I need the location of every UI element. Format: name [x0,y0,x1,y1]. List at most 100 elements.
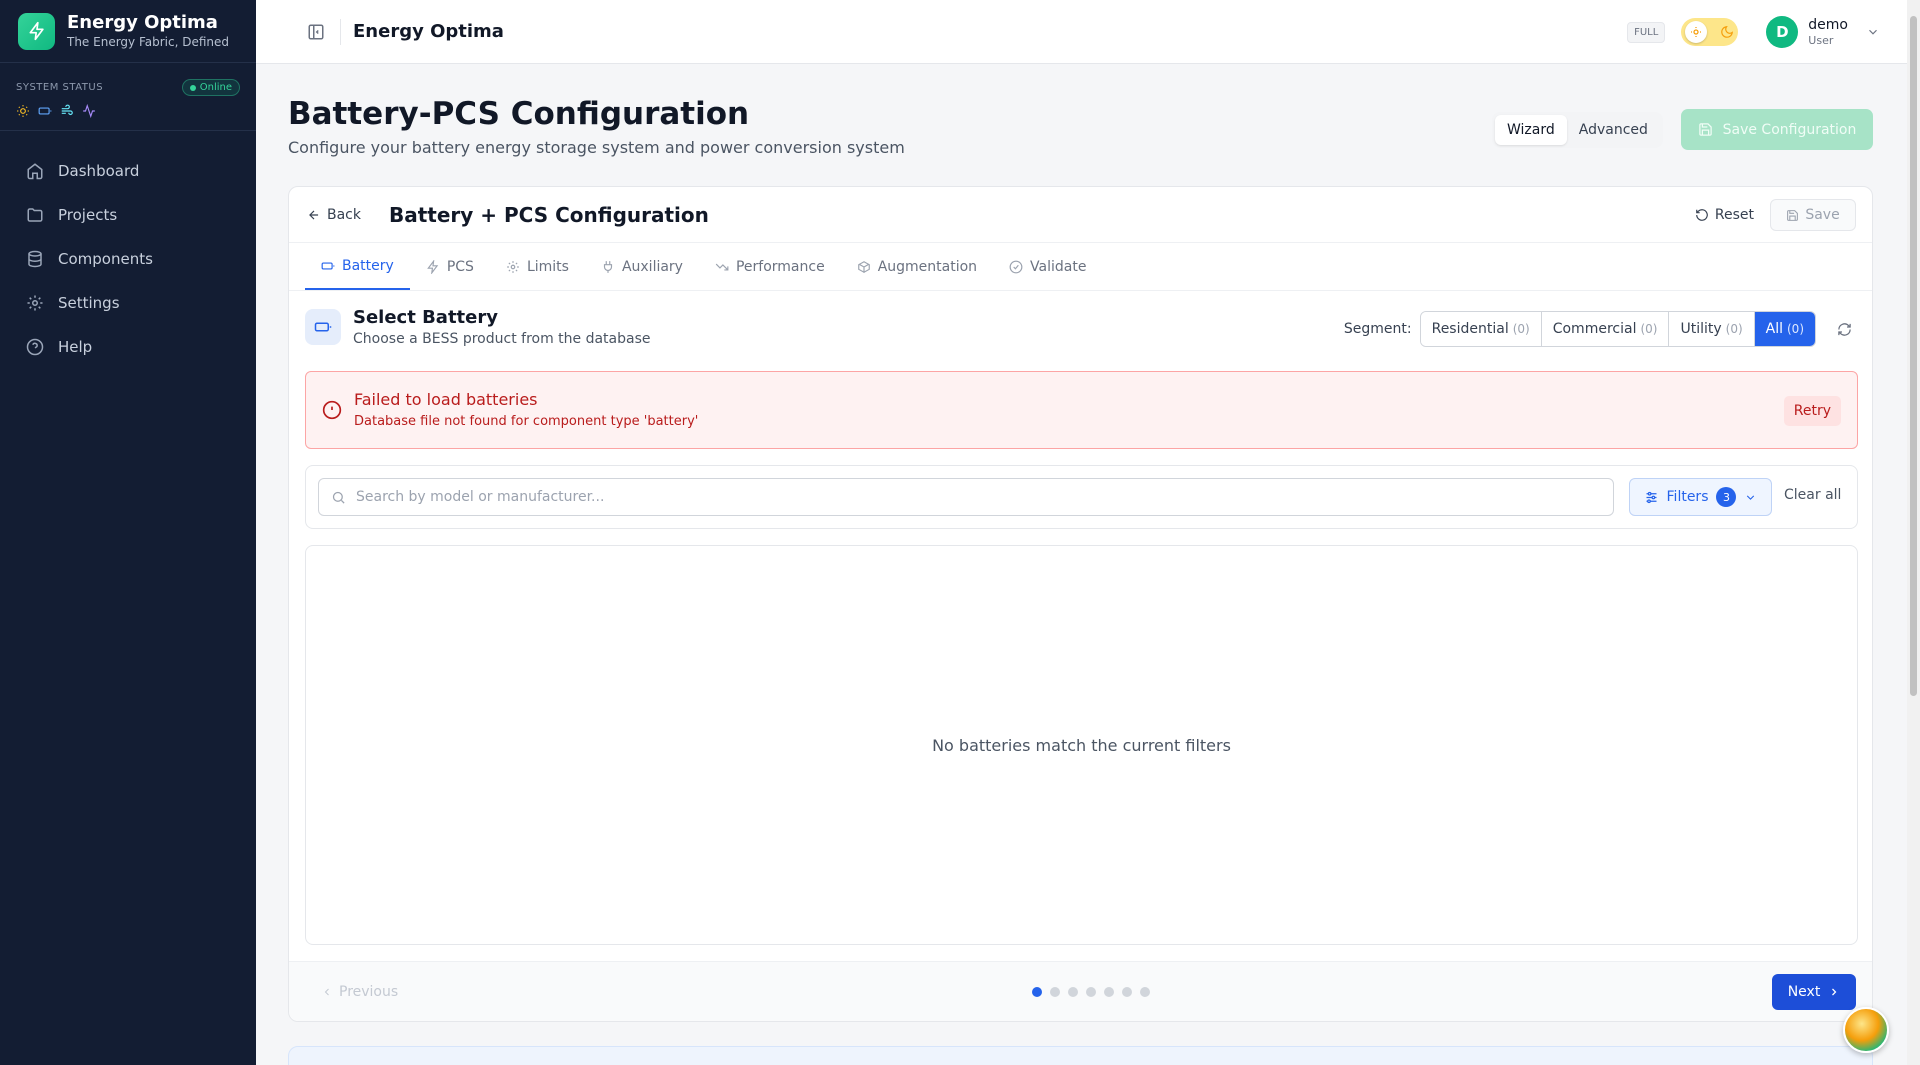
sidebar-item-projects[interactable]: Projects [16,193,240,237]
chevron-left-icon [321,986,333,998]
segment-all-button[interactable]: All (0) [1754,312,1815,346]
tab-label: Battery [342,257,394,274]
sidebar-item-dashboard[interactable]: Dashboard [16,149,240,193]
rotate-ccw-icon [1695,208,1709,222]
battery-icon [305,309,341,345]
chevron-right-icon [1828,986,1840,998]
previous-label: Previous [339,984,399,1000]
assistant-fab-button[interactable] [1843,1007,1889,1053]
save-label: Save [1805,207,1840,223]
error-message: Database file not found for component ty… [354,414,699,429]
clear-all-button[interactable]: Clear all [1784,487,1841,503]
advanced-mode-button[interactable]: Advanced [1567,115,1660,145]
segment-label: Segment: [1343,321,1412,337]
wizard-mode-button[interactable]: Wizard [1495,115,1567,145]
tab-augmentation[interactable]: Augmentation [841,243,993,290]
status-badge: Online [181,79,240,96]
trending-down-icon [715,260,729,274]
check-circle-icon [1009,260,1023,274]
select-battery-header: Select Battery Choose a BESS product fro… [305,307,1858,347]
step-dot[interactable] [1122,987,1132,997]
refresh-button[interactable] [1830,315,1858,343]
plug-icon [601,260,615,274]
step-dot[interactable] [1050,987,1060,997]
status-dot [189,84,196,91]
page-title: Battery-PCS Configuration [288,96,750,132]
arrow-left-icon [307,208,321,222]
search-box [318,478,1614,516]
folder-icon [26,206,44,224]
sun-icon [16,104,30,118]
filters-button[interactable]: Filters 3 [1629,478,1772,516]
step-dot[interactable] [1140,987,1150,997]
segment-count: (0) [1640,322,1658,336]
save-button[interactable]: Save [1770,199,1856,231]
tab-auxiliary[interactable]: Auxiliary [585,243,699,290]
search-bar: Filters 3 Clear all [305,465,1858,529]
sidebar-item-label: Help [58,338,93,356]
save-configuration-button[interactable]: Save Configuration [1681,109,1873,150]
theme-toggle[interactable] [1681,18,1739,46]
results-list: No batteries match the current filters [305,545,1858,945]
mode-badge: FULL [1627,21,1666,43]
sidebar-item-components[interactable]: Components [16,237,240,281]
sidebar-item-settings[interactable]: Settings [16,281,240,325]
database-icon [26,250,44,268]
tab-label: Limits [526,258,569,275]
wind-icon [60,104,74,118]
previous-button[interactable]: Previous [321,984,398,1000]
brand-name: Energy Optima [67,12,218,33]
tab-battery[interactable]: Battery [305,243,410,290]
wizard-footer: Previous Next [289,961,1872,1021]
error-title: Failed to load batteries [354,390,538,409]
segment-count: (0) [1512,322,1530,336]
lightning-logo-icon [18,12,55,50]
chevron-down-icon [1866,25,1880,39]
search-input[interactable] [356,489,1556,505]
tab-pcs[interactable]: PCS [410,243,490,290]
segment-count: (0) [1787,322,1804,336]
sidebar-toggle-button[interactable] [298,14,334,50]
empty-state-message: No batteries match the current filters [932,735,1231,755]
step-dot[interactable] [1086,987,1096,997]
tab-label: PCS [446,258,474,275]
tab-label: Performance [735,258,825,275]
sidebar-nav: Dashboard Projects Components Settings H… [0,131,256,387]
help-circle-icon [26,338,44,356]
activity-icon [82,104,96,118]
back-button[interactable]: Back [307,207,361,223]
brand[interactable]: Energy Optima The Energy Fabric, Defined [0,0,256,63]
system-status-label: SYSTEM STATUS [16,82,104,93]
segment-name: Utility [1680,321,1722,337]
section-subtitle: Choose a BESS product from the database [353,331,651,347]
tab-performance[interactable]: Performance [699,243,841,290]
step-dot[interactable] [1032,987,1042,997]
step-dot[interactable] [1068,987,1078,997]
avatar: D [1766,16,1799,48]
brand-tagline: The Energy Fabric, Defined [67,35,230,49]
tab-label: Augmentation [877,258,978,275]
page-scrollbar[interactable] [1907,0,1920,1065]
step-dot[interactable] [1104,987,1114,997]
segment-utility-button[interactable]: Utility (0) [1669,312,1755,346]
sidebar-item-help[interactable]: Help [16,325,240,369]
tab-limits[interactable]: Limits [490,243,585,290]
sidebar: Energy Optima The Energy Fabric, Defined… [0,0,256,1065]
segment-commercial-button[interactable]: Commercial (0) [1541,312,1670,346]
main-content: Battery-PCS Configuration Configure your… [256,64,1907,1065]
next-button[interactable]: Next [1772,974,1856,1010]
reset-button[interactable]: Reset [1695,207,1754,223]
sidebar-item-label: Projects [58,206,118,224]
next-label: Next [1787,984,1821,1000]
retry-button[interactable]: Retry [1783,396,1841,426]
sun-icon [1685,21,1708,43]
user-menu[interactable]: D demo User [1766,16,1880,48]
scrollbar-thumb[interactable] [1910,16,1917,696]
chevron-down-icon [1744,491,1757,504]
segment-name: All [1765,321,1783,337]
moon-icon [1720,25,1734,39]
user-name: demo [1808,16,1848,33]
tab-validate[interactable]: Validate [993,243,1102,290]
box-icon [857,260,871,274]
segment-residential-button[interactable]: Residential (0) [1420,312,1542,346]
